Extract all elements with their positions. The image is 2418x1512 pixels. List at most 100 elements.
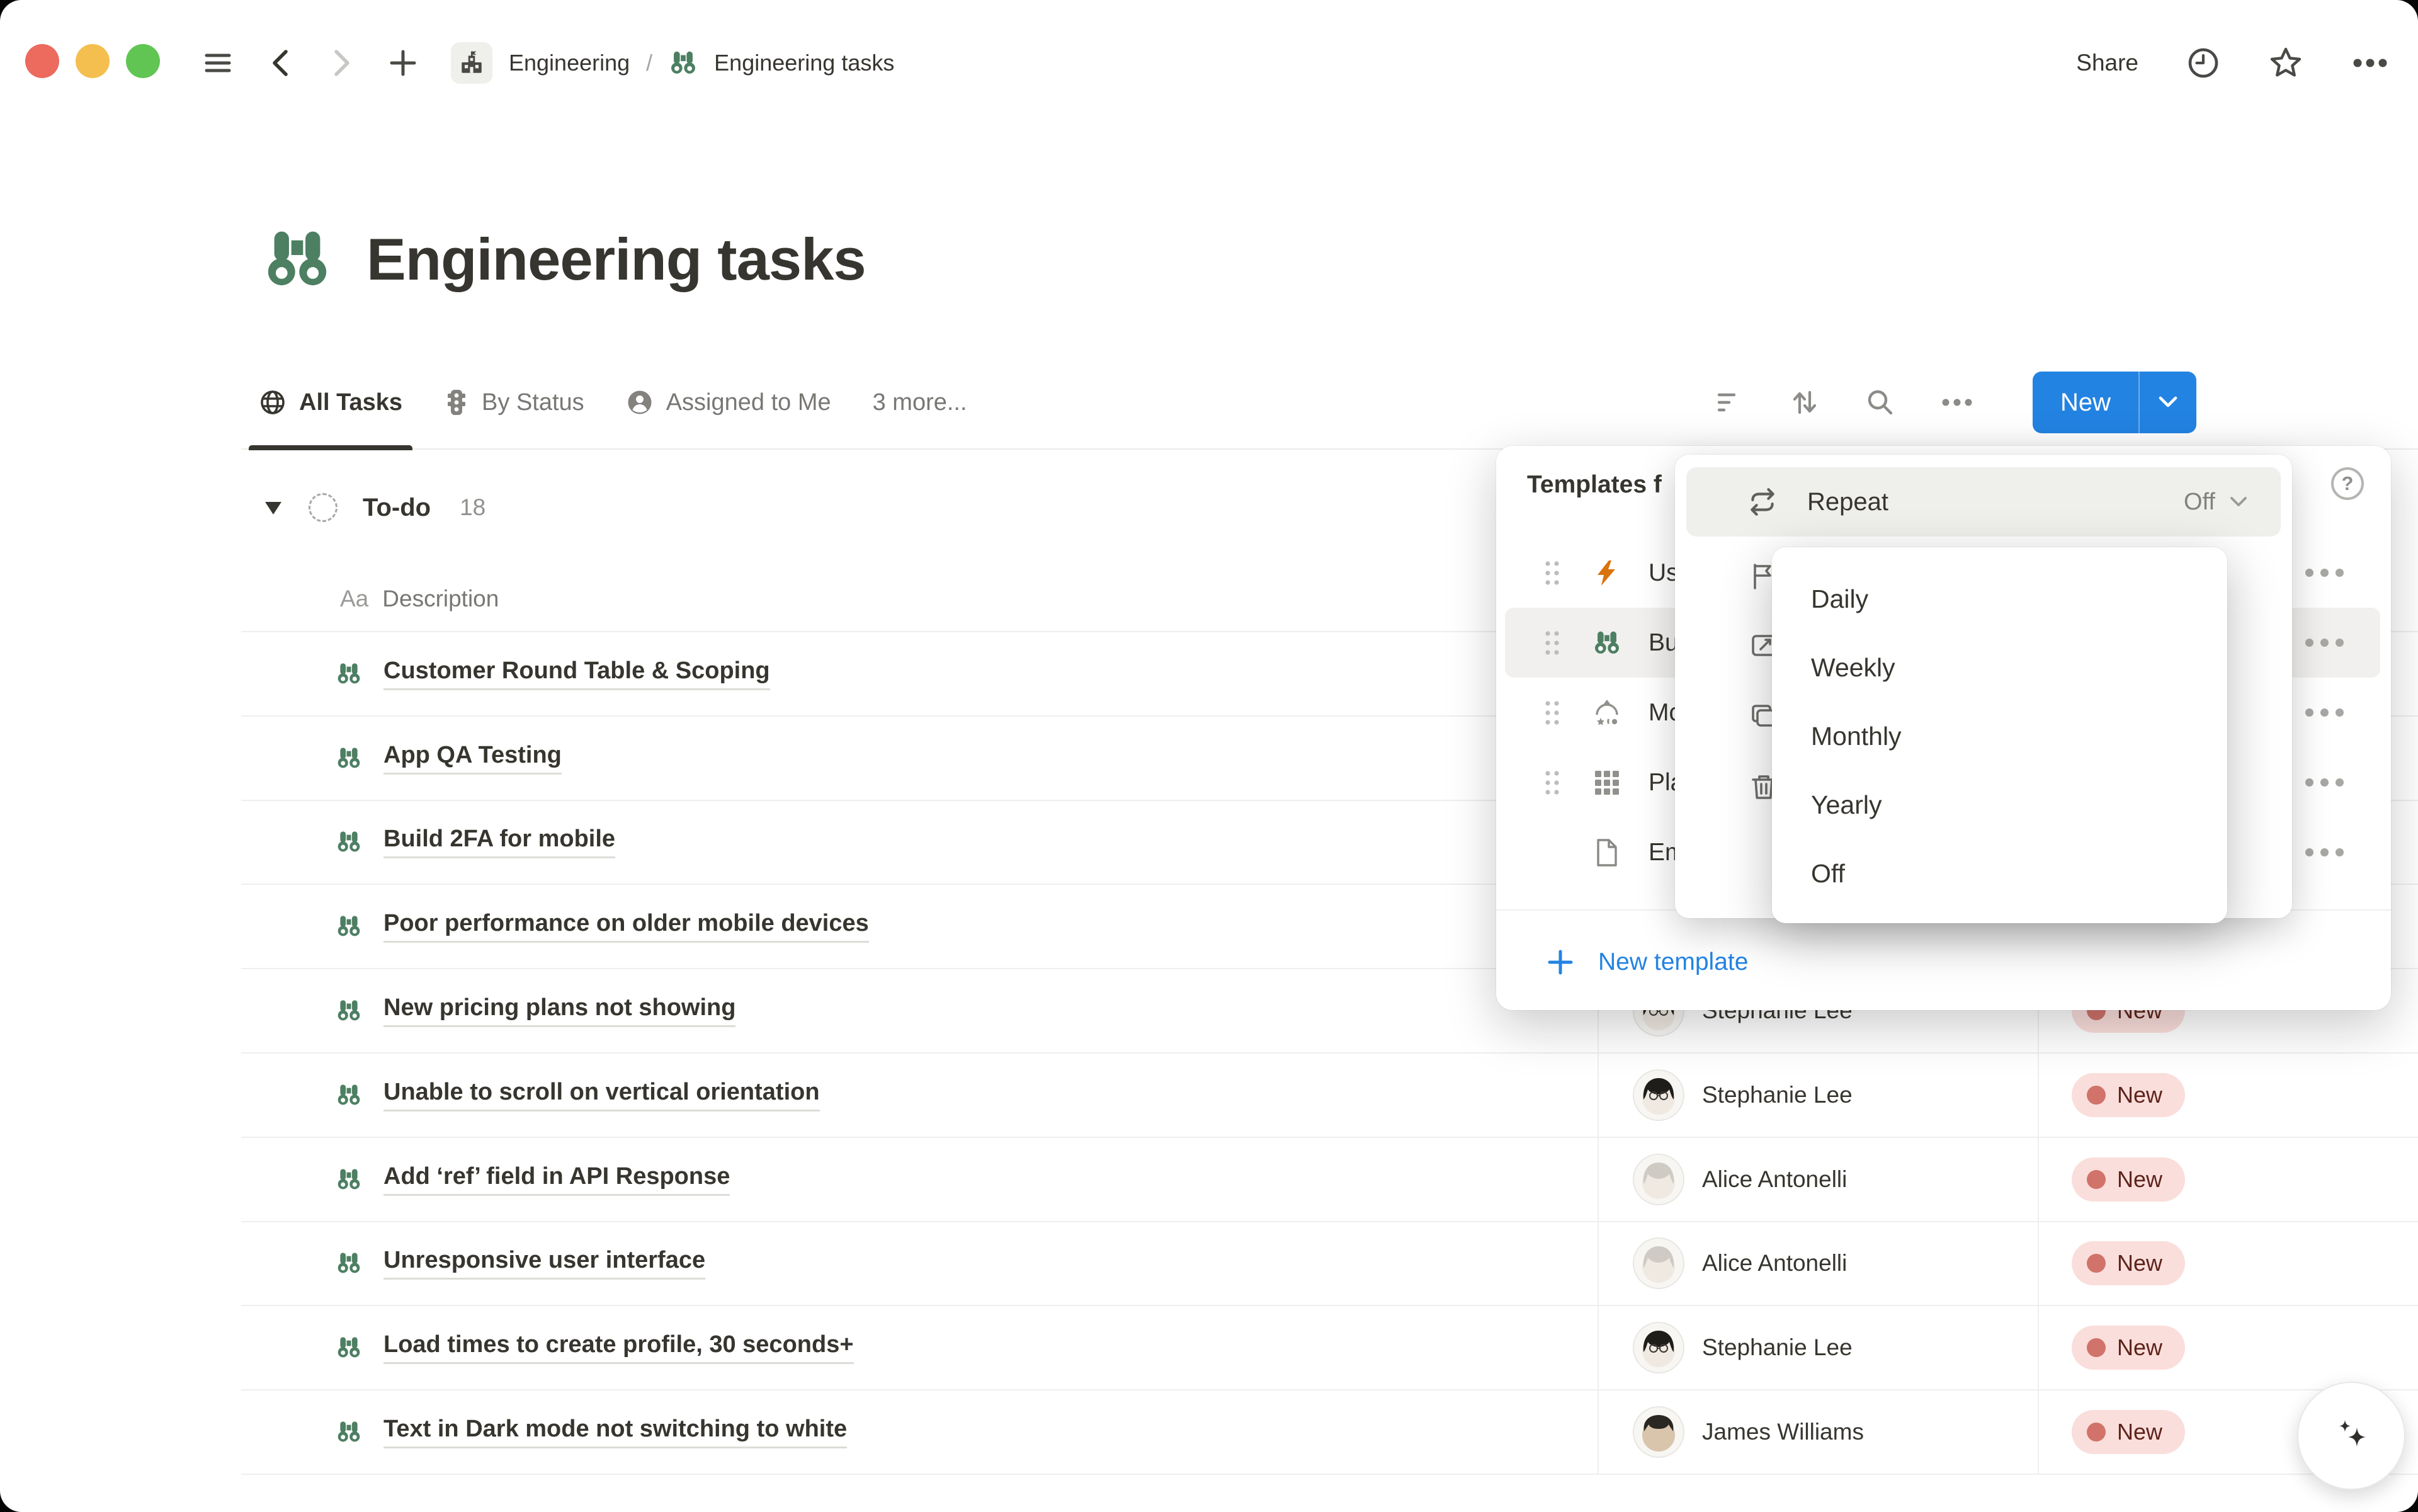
- more-options-icon[interactable]: [2351, 57, 2389, 69]
- plus-icon: [1547, 948, 1574, 976]
- repeat-value: Off: [2184, 489, 2215, 516]
- new-button[interactable]: New: [2033, 372, 2138, 433]
- template-options-icon[interactable]: [2305, 848, 2344, 856]
- building-icon[interactable]: [451, 42, 492, 84]
- page-icon: [1592, 838, 1622, 868]
- table-row[interactable]: Load times to create profile, 30 seconds…: [241, 1306, 2418, 1390]
- close-window-button[interactable]: [25, 44, 59, 78]
- ai-assistant-button[interactable]: [2297, 1382, 2405, 1490]
- tab-label: Assigned to Me: [666, 389, 831, 416]
- forward-icon[interactable]: [327, 47, 355, 79]
- more-views-button[interactable]: 3 more...: [873, 389, 967, 416]
- repeat-option-off[interactable]: Off: [1811, 839, 2227, 908]
- todo-status-icon: [309, 493, 338, 522]
- binoculars-icon: [336, 1419, 362, 1445]
- grid-icon: [1592, 768, 1622, 797]
- task-title[interactable]: Customer Round Table & Scoping: [383, 657, 770, 690]
- repeat-option-daily[interactable]: Daily: [1811, 565, 2227, 634]
- assignee-cell[interactable]: Stephanie Lee: [1598, 1054, 2038, 1137]
- status-cell[interactable]: New: [2038, 1054, 2418, 1137]
- task-title[interactable]: Poor performance on older mobile devices: [383, 910, 869, 943]
- binoculars-icon: [1592, 628, 1622, 657]
- task-cell[interactable]: App QA Testing: [241, 717, 1598, 800]
- tab-label: All Tasks: [299, 389, 402, 416]
- task-cell[interactable]: Load times to create profile, 30 seconds…: [241, 1306, 1598, 1389]
- assignee-cell[interactable]: Alice Antonelli: [1598, 1138, 2038, 1221]
- repeat-option-yearly[interactable]: Yearly: [1811, 771, 2227, 839]
- drag-handle-icon[interactable]: [1544, 769, 1563, 797]
- repeat-menu-item[interactable]: Repeat Off: [1686, 467, 2281, 537]
- repeat-label: Repeat: [1807, 488, 2184, 516]
- share-button[interactable]: Share: [2076, 50, 2138, 76]
- assignee-cell[interactable]: Alice Antonelli: [1598, 1222, 2038, 1305]
- template-options-icon[interactable]: [2305, 778, 2344, 787]
- assignee-name: Stephanie Lee: [1702, 1082, 1853, 1108]
- avatar: [1634, 1155, 1683, 1204]
- task-title[interactable]: Load times to create profile, 30 seconds…: [383, 1331, 854, 1364]
- template-options-icon[interactable]: [2305, 639, 2344, 647]
- drag-handle-icon[interactable]: [1544, 559, 1563, 587]
- tab-all-tasks[interactable]: All Tasks: [259, 356, 402, 449]
- task-title[interactable]: Unresponsive user interface: [383, 1247, 705, 1280]
- back-icon[interactable]: [267, 47, 295, 79]
- task-title[interactable]: New pricing plans not showing: [383, 994, 735, 1027]
- table-row[interactable]: Text in Dark mode not switching to white…: [241, 1390, 2418, 1475]
- status-dot-icon: [2087, 1254, 2106, 1273]
- assignee-cell[interactable]: James Williams: [1598, 1390, 2038, 1474]
- binoculars-icon: [336, 1334, 362, 1361]
- status-cell[interactable]: New: [2038, 1222, 2418, 1305]
- task-cell[interactable]: Text in Dark mode not switching to white: [241, 1390, 1598, 1474]
- clock-icon[interactable]: [2186, 46, 2220, 80]
- help-icon[interactable]: ?: [2331, 467, 2364, 500]
- collapse-triangle-icon[interactable]: [263, 499, 283, 516]
- task-cell[interactable]: Build 2FA for mobile: [241, 801, 1598, 884]
- task-title[interactable]: Add ‘ref’ field in API Response: [383, 1163, 730, 1196]
- favorite-star-icon[interactable]: [2268, 45, 2303, 81]
- status-label: New: [2117, 1334, 2162, 1361]
- minimize-window-button[interactable]: [76, 44, 110, 78]
- template-options-icon[interactable]: [2305, 569, 2344, 577]
- sort-icon[interactable]: [1790, 387, 1820, 418]
- binoculars-icon: [336, 661, 362, 687]
- zoom-window-button[interactable]: [126, 44, 160, 78]
- task-cell[interactable]: Customer Round Table & Scoping: [241, 632, 1598, 715]
- template-options-icon[interactable]: [2305, 708, 2344, 717]
- task-title[interactable]: Unable to scroll on vertical orientation: [383, 1079, 820, 1111]
- status-badge: New: [2072, 1410, 2185, 1454]
- task-cell[interactable]: Unable to scroll on vertical orientation: [241, 1054, 1598, 1137]
- binoculars-icon: [336, 829, 362, 855]
- filter-icon[interactable]: [1714, 390, 1744, 415]
- task-cell[interactable]: Add ‘ref’ field in API Response: [241, 1138, 1598, 1221]
- new-template-button[interactable]: New template: [1547, 932, 1748, 992]
- breadcrumb: Engineering / Engineering tasks: [451, 42, 894, 84]
- task-cell[interactable]: Poor performance on older mobile devices: [241, 885, 1598, 968]
- assignee-cell[interactable]: Stephanie Lee: [1598, 1306, 2038, 1389]
- search-icon[interactable]: [1865, 387, 1895, 418]
- table-row[interactable]: Unresponsive user interface Alice Antonel…: [241, 1222, 2418, 1307]
- drag-handle-icon[interactable]: [1544, 629, 1563, 657]
- status-cell[interactable]: New: [2038, 1306, 2418, 1389]
- repeat-option-monthly[interactable]: Monthly: [1811, 702, 2227, 771]
- table-row[interactable]: Add ‘ref’ field in API Response Alice Ant…: [241, 1138, 2418, 1222]
- task-cell[interactable]: New pricing plans not showing: [241, 969, 1598, 1052]
- new-button-chevron-down-icon[interactable]: [2140, 372, 2196, 433]
- status-cell[interactable]: New: [2038, 1138, 2418, 1221]
- window-controls: [25, 44, 160, 78]
- table-row[interactable]: Unable to scroll on vertical orientation…: [241, 1054, 2418, 1138]
- task-title[interactable]: App QA Testing: [383, 742, 562, 775]
- group-name[interactable]: To-do: [363, 494, 431, 522]
- new-page-icon[interactable]: [388, 48, 418, 78]
- task-cell[interactable]: Unresponsive user interface: [241, 1222, 1598, 1305]
- breadcrumb-page[interactable]: Engineering tasks: [714, 50, 894, 76]
- task-title[interactable]: Text in Dark mode not switching to white: [383, 1416, 847, 1448]
- drag-handle-icon[interactable]: [1544, 699, 1563, 727]
- repeat-option-weekly[interactable]: Weekly: [1811, 634, 2227, 702]
- breadcrumb-workspace[interactable]: Engineering: [509, 50, 630, 76]
- tab-assigned-to-me[interactable]: Assigned to Me: [626, 356, 831, 449]
- task-title[interactable]: Build 2FA for mobile: [383, 826, 615, 858]
- column-header-description[interactable]: Aa Description: [340, 567, 499, 631]
- tab-by-status[interactable]: By Status: [444, 356, 584, 449]
- view-options-icon[interactable]: [1941, 397, 1973, 407]
- org-chart-icon: [1592, 698, 1622, 728]
- sidebar-menu-icon[interactable]: [202, 47, 234, 79]
